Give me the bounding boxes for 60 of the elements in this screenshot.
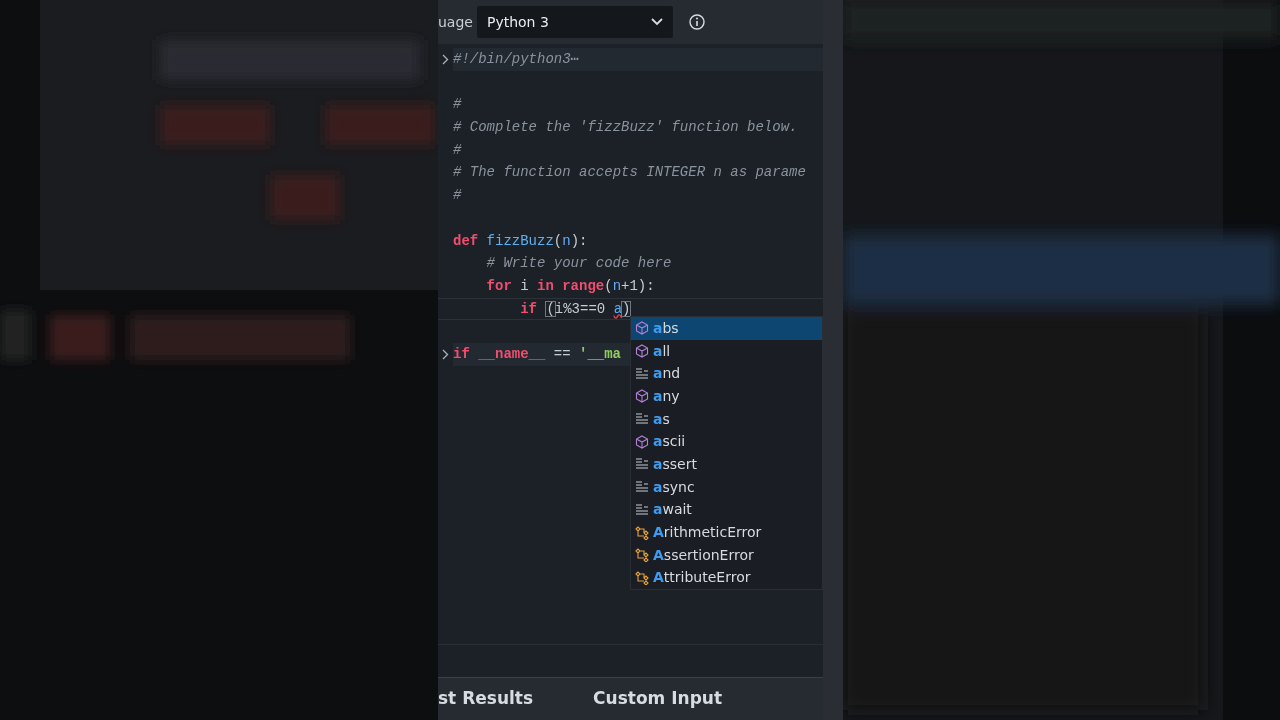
code-token: if — [453, 345, 470, 362]
code-token: == — [553, 345, 571, 362]
info-icon[interactable] — [688, 14, 705, 30]
cube-icon — [635, 389, 649, 404]
chevron-right-icon[interactable] — [442, 348, 449, 360]
cube-icon — [635, 434, 649, 449]
suggestion-item[interactable]: and — [631, 362, 822, 386]
code-token: #!/bin/python3⋯ — [453, 51, 580, 67]
code-token: '__ma — [579, 345, 622, 362]
code-token: def — [453, 232, 479, 249]
language-label: uage — [438, 12, 473, 32]
suggestion-item[interactable]: all — [631, 339, 822, 363]
code-token: in — [537, 277, 554, 294]
class-icon — [635, 525, 649, 540]
suggestion-item[interactable]: ArithmeticError — [631, 521, 822, 544]
code-token: n — [562, 232, 571, 249]
code-token: n — [612, 277, 622, 294]
text-lines-icon — [635, 366, 649, 381]
code-token: if — [520, 300, 537, 317]
suggestion-item[interactable]: await — [631, 498, 822, 522]
code-token: # Write your code here — [486, 255, 672, 272]
code-token: # — [453, 96, 462, 113]
code-token: for — [486, 277, 512, 294]
tab[interactable]: Custom Input — [593, 686, 723, 712]
code-token: ): — [570, 232, 588, 249]
code-token: range — [562, 277, 605, 294]
suggestion-item[interactable]: async — [631, 475, 822, 499]
suggestion-item[interactable]: assert — [631, 453, 822, 476]
cube-icon — [635, 321, 649, 336]
chevron-right-icon[interactable] — [442, 53, 449, 65]
code-token: __name__ — [478, 345, 546, 362]
chevron-down-icon — [650, 18, 663, 26]
class-icon — [635, 548, 649, 563]
suggestion-item[interactable]: AttributeError — [631, 566, 822, 590]
suggestion-item[interactable]: any — [631, 385, 822, 408]
text-lines-icon — [635, 457, 649, 472]
suggestion-item[interactable]: ascii — [631, 430, 822, 454]
code-token: +1): — [621, 277, 655, 294]
text-lines-icon — [635, 480, 649, 495]
code-token: # The function accepts INTEGER n as parame — [453, 164, 806, 181]
code-token: ( — [545, 300, 556, 317]
tab[interactable]: st Results — [438, 686, 534, 712]
code-token: # — [453, 187, 462, 204]
code-token: i%3==0 — [554, 300, 606, 317]
code-token: # Complete the 'fizzBuzz' function below. — [453, 119, 798, 136]
class-icon — [635, 570, 649, 585]
code-token: ( — [553, 232, 563, 249]
code-token: fizzBuzz — [486, 232, 554, 249]
code-token: ( — [604, 277, 613, 294]
cube-icon — [635, 344, 649, 359]
code-token: ) — [621, 300, 632, 317]
suggestion-item[interactable]: as — [631, 407, 822, 431]
code-token: # — [453, 141, 462, 158]
text-lines-icon — [635, 502, 649, 517]
suggestion-item[interactable]: abs — [631, 317, 822, 340]
language-dropdown[interactable]: Python 3 — [476, 6, 673, 38]
code-token: a — [613, 300, 623, 317]
suggestion-item[interactable]: AssertionError — [631, 543, 822, 567]
text-lines-icon — [635, 412, 649, 427]
code-token: i — [520, 277, 529, 294]
